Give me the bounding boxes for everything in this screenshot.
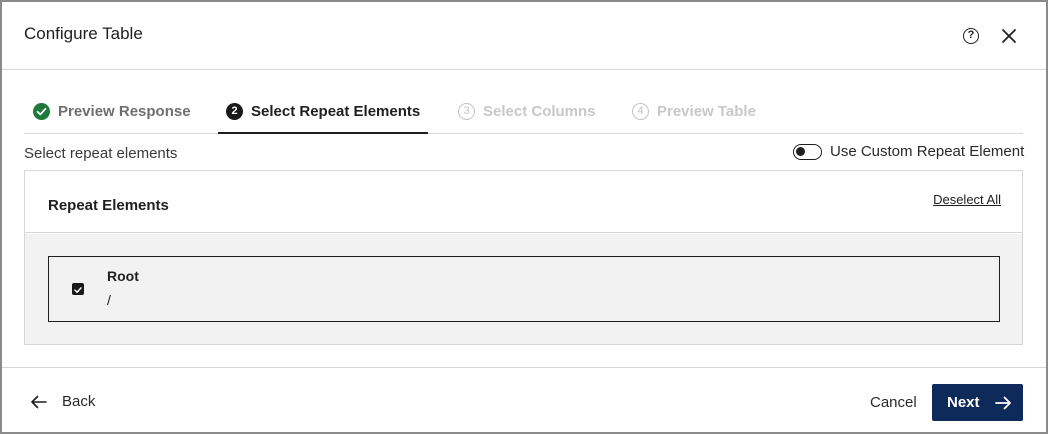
next-button[interactable]: Next bbox=[932, 384, 1023, 421]
checkbox-checked[interactable] bbox=[72, 283, 84, 295]
step-preview-response[interactable]: Preview Response bbox=[33, 90, 191, 134]
panel-body: Root / bbox=[25, 234, 1022, 344]
check-circle-icon bbox=[33, 103, 50, 120]
step-label: Preview Table bbox=[657, 103, 756, 120]
element-path: / bbox=[107, 292, 111, 308]
step-select-repeat-elements[interactable]: 2 Select Repeat Elements bbox=[218, 90, 429, 134]
section-subtitle: Select repeat elements bbox=[24, 145, 178, 162]
custom-repeat-element-toggle[interactable]: Use Custom Repeat Element bbox=[793, 143, 1024, 160]
dialog-header: Configure Table ? bbox=[2, 2, 1046, 70]
element-name: Root bbox=[107, 268, 139, 284]
step-label: Select Columns bbox=[483, 103, 596, 120]
list-item[interactable]: Root / bbox=[48, 256, 1000, 322]
toggle-switch[interactable] bbox=[793, 143, 822, 160]
next-label: Next bbox=[947, 394, 980, 411]
help-circle-icon[interactable]: ? bbox=[963, 28, 979, 44]
step-label: Preview Response bbox=[58, 103, 191, 120]
dialog-title: Configure Table bbox=[24, 24, 143, 43]
step-label: Select Repeat Elements bbox=[251, 103, 421, 120]
step-select-columns: 3 Select Columns bbox=[458, 90, 596, 134]
step-number: 2 bbox=[226, 103, 243, 120]
back-button[interactable]: Back bbox=[30, 393, 95, 410]
stepper: Preview Response 2 Select Repeat Element… bbox=[24, 90, 1023, 134]
step-number: 4 bbox=[632, 103, 649, 120]
panel-title: Repeat Elements bbox=[48, 197, 169, 214]
close-icon[interactable] bbox=[1000, 27, 1018, 45]
arrow-right-icon bbox=[994, 396, 1011, 409]
repeat-elements-panel: Repeat Elements Deselect All Root / bbox=[24, 170, 1023, 345]
panel-header: Repeat Elements Deselect All bbox=[25, 171, 1022, 233]
step-number: 3 bbox=[458, 103, 475, 120]
cancel-button[interactable]: Cancel bbox=[870, 394, 917, 411]
back-label: Back bbox=[62, 393, 96, 410]
toggle-label: Use Custom Repeat Element bbox=[830, 143, 1025, 160]
configure-table-dialog: Configure Table ? Preview Response 2 Sel… bbox=[0, 0, 1048, 434]
dialog-footer: Back Cancel Next bbox=[2, 367, 1046, 434]
step-preview-table: 4 Preview Table bbox=[632, 90, 756, 134]
arrow-left-icon bbox=[31, 395, 47, 408]
deselect-all-link[interactable]: Deselect All bbox=[933, 192, 1001, 207]
